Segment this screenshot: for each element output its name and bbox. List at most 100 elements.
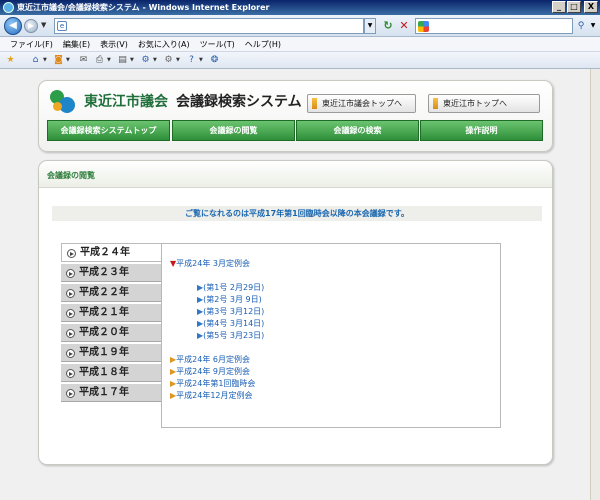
- window-titlebar: 東近江市議会/会議録検索システム - Windows Internet Expl…: [0, 0, 600, 15]
- circle-arrow-icon: [66, 269, 75, 278]
- minimize-button[interactable]: _: [552, 1, 566, 13]
- menu-favorites[interactable]: お気に入り(A): [138, 37, 190, 51]
- year-tab-h24[interactable]: 平成２４年: [61, 243, 161, 262]
- maximize-button[interactable]: □: [567, 1, 581, 13]
- meeting-link[interactable]: ▶(第2号 3月 9日): [197, 294, 262, 305]
- year-tab-h18[interactable]: 平成１８年: [61, 363, 161, 382]
- back-button[interactable]: ◀: [4, 17, 22, 35]
- year-label: 平成２０年: [79, 327, 129, 338]
- year-tab-h22[interactable]: 平成２２年: [61, 283, 161, 302]
- tools-dropdown[interactable]: ▼: [176, 57, 180, 63]
- favorites-star-icon[interactable]: ★: [5, 55, 16, 66]
- mail-icon[interactable]: ✉: [78, 55, 89, 66]
- ie-app-icon: [3, 2, 14, 13]
- council-top-label: 東近江市議会トップへ: [322, 99, 402, 108]
- nav-browse-minutes[interactable]: 会議録の閲覧: [172, 120, 295, 141]
- close-button[interactable]: X: [584, 1, 598, 13]
- stop-button[interactable]: ✕: [397, 19, 411, 33]
- forward-button[interactable]: ▶: [24, 19, 38, 33]
- home-icon[interactable]: ⌂: [30, 55, 41, 66]
- search-engine-icon: [418, 21, 429, 32]
- year-label: 平成２４年: [80, 247, 130, 258]
- council-top-link[interactable]: 東近江市議会トップへ: [307, 94, 416, 113]
- session-label: 平成24年第1回臨時会: [176, 379, 256, 388]
- link-marker-icon: [433, 98, 438, 109]
- meeting-link[interactable]: ▶(第3号 3月12日): [197, 306, 264, 317]
- circle-arrow-icon: [66, 369, 75, 378]
- print-icon[interactable]: ⎙: [94, 55, 105, 66]
- meeting-label: (第4号 3月14日): [203, 319, 265, 328]
- year-tab-list: 平成２４年 平成２３年 平成２２年 平成２１年 平成２０年 平成１９年 平成１８…: [61, 243, 161, 403]
- circle-arrow-icon: [66, 309, 75, 318]
- year-tab-h17[interactable]: 平成１７年: [61, 383, 161, 402]
- session-label: 平成24年 6月定例会: [176, 355, 250, 364]
- nav-system-top[interactable]: 会議録検索システムトップ: [47, 120, 170, 141]
- help-icon[interactable]: ?: [186, 55, 197, 66]
- session-link[interactable]: ▶平成24年 6月定例会: [170, 354, 250, 365]
- menu-help[interactable]: ヘルプ(H): [245, 37, 281, 51]
- menu-edit[interactable]: 編集(E): [63, 37, 90, 51]
- panel-title: 会議録の閲覧: [47, 171, 95, 180]
- page-icon: e: [57, 21, 67, 31]
- print-dropdown[interactable]: ▼: [107, 57, 111, 63]
- address-toolbar: ◀ ▶ ▼ e ▼ ↻ ✕ ⚲ ▼: [0, 15, 600, 37]
- session-link[interactable]: ▶平成24年12月定例会: [170, 390, 253, 401]
- stop-icon: ✕: [399, 19, 409, 32]
- vertical-scrollbar[interactable]: [590, 69, 600, 500]
- search-button[interactable]: ⚲: [574, 18, 588, 34]
- year-tab-h20[interactable]: 平成２０年: [61, 323, 161, 342]
- year-tab-h23[interactable]: 平成２３年: [61, 263, 161, 282]
- meeting-label: (第5号 3月23日): [203, 331, 265, 340]
- menu-bar: ファイル(F) 編集(E) 表示(V) お気に入り(A) ツール(T) ヘルプ(…: [0, 37, 600, 52]
- meeting-label: (第3号 3月12日): [203, 307, 265, 316]
- menu-file[interactable]: ファイル(F): [10, 37, 53, 51]
- search-input[interactable]: [415, 18, 573, 34]
- help-dropdown[interactable]: ▼: [199, 57, 203, 63]
- research-icon[interactable]: ❂: [209, 55, 220, 66]
- system-title: 会議録検索システム: [176, 94, 302, 110]
- page-menu-icon[interactable]: ▤: [117, 55, 128, 66]
- year-label: 平成２１年: [79, 307, 129, 318]
- menu-tools[interactable]: ツール(T): [200, 37, 235, 51]
- address-dropdown[interactable]: ▼: [364, 18, 376, 34]
- city-top-label: 東近江市トップへ: [443, 99, 507, 108]
- session-link-active[interactable]: ▼平成24年 3月定例会: [170, 258, 250, 269]
- safety-icon[interactable]: ⚙: [140, 55, 151, 66]
- city-top-link[interactable]: 東近江市トップへ: [428, 94, 540, 113]
- feeds-dropdown[interactable]: ▼: [66, 57, 70, 63]
- refresh-icon: ↻: [383, 19, 393, 32]
- availability-notice: ご覧になれるのは平成17年第1回臨時会以降の本会議録です。: [52, 206, 542, 221]
- page-dropdown[interactable]: ▼: [130, 57, 134, 63]
- year-tab-h21[interactable]: 平成２１年: [61, 303, 161, 322]
- year-tab-h19[interactable]: 平成１９年: [61, 343, 161, 362]
- feeds-icon[interactable]: ◙: [53, 55, 64, 66]
- address-input[interactable]: e: [54, 18, 364, 34]
- nav-search-minutes[interactable]: 会議録の検索: [296, 120, 419, 141]
- year-label: 平成１９年: [79, 347, 129, 358]
- site-title: 東近江市議会: [84, 94, 168, 110]
- circle-arrow-icon: [67, 249, 76, 258]
- session-label: 平成24年 3月定例会: [176, 259, 250, 268]
- year-label: 平成１８年: [79, 367, 129, 378]
- home-dropdown[interactable]: ▼: [43, 57, 47, 63]
- session-link[interactable]: ▶平成24年 9月定例会: [170, 366, 250, 377]
- menu-view[interactable]: 表示(V): [100, 37, 128, 51]
- circle-arrow-icon: [66, 389, 75, 398]
- meeting-link[interactable]: ▶(第5号 3月23日): [197, 330, 264, 341]
- magnifier-icon: ⚲: [577, 21, 585, 31]
- tools-gear-icon[interactable]: ⚙: [163, 55, 174, 66]
- city-logo-icon: [50, 90, 76, 114]
- circle-arrow-icon: [66, 329, 75, 338]
- meeting-link[interactable]: ▶(第1号 2月29日): [197, 282, 264, 293]
- back-arrow-icon: ◀: [9, 20, 17, 31]
- meeting-link[interactable]: ▶(第4号 3月14日): [197, 318, 264, 329]
- session-label: 平成24年12月定例会: [176, 391, 253, 400]
- session-link[interactable]: ▶平成24年第1回臨時会: [170, 378, 255, 389]
- history-dropdown[interactable]: ▼: [41, 21, 46, 29]
- nav-instructions[interactable]: 操作説明: [420, 120, 543, 141]
- search-dropdown[interactable]: ▼: [588, 18, 598, 34]
- refresh-button[interactable]: ↻: [381, 19, 395, 33]
- command-toolbar: ★ ⌂ ▼ ◙ ▼ ✉ ⎙ ▼ ▤ ▼ ⚙ ▼ ⚙ ▼ ? ▼ ❂: [0, 52, 600, 69]
- safety-dropdown[interactable]: ▼: [153, 57, 157, 63]
- year-label: 平成２２年: [79, 287, 129, 298]
